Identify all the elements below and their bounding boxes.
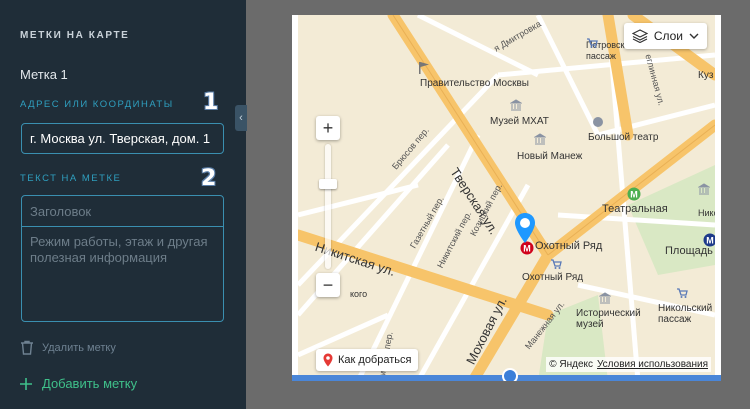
step-badge-1: 1	[203, 90, 219, 115]
delete-mark-button[interactable]: Удалить метку	[20, 340, 116, 355]
collapse-sidebar-button[interactable]: ‹	[235, 105, 247, 131]
place-teatralnaya[interactable]: Театральная	[602, 203, 668, 215]
scroll-handle[interactable]	[502, 368, 518, 381]
zoom-control: + −	[316, 116, 340, 297]
add-mark-label: Добавить метку	[42, 376, 138, 391]
museum-icon	[599, 292, 611, 304]
place-istorichesky[interactable]: Исторический музей	[576, 308, 646, 330]
mark-text-label: ТЕКСТ НА МЕТКЕ	[20, 173, 122, 184]
place-okhotny-ryad-metro[interactable]: Охотный Ряд	[535, 240, 602, 252]
place-pravitelstvo[interactable]: Правительство Москвы	[420, 78, 529, 89]
address-label: АДРЕС ИЛИ КООРДИНАТЫ	[20, 99, 174, 110]
shopping-cart-icon	[677, 288, 688, 298]
layers-button[interactable]: Слои	[623, 23, 707, 49]
place-mkhat[interactable]: Музей МХАТ	[490, 116, 549, 127]
metro-icon: M	[703, 233, 715, 247]
sidebar: МЕТКИ НА КАРТЕ Метка 1 АДРЕС ИЛИ КООРДИН…	[0, 0, 246, 409]
terms-link[interactable]: Условия использования	[597, 359, 708, 370]
shopping-cart-icon	[551, 259, 562, 269]
flag-icon	[419, 62, 429, 74]
svg-text:M: M	[706, 236, 714, 246]
sidebar-title: МЕТКИ НА КАРТЕ	[20, 30, 130, 41]
place-niko: Нико	[698, 208, 715, 218]
theatre-icon	[593, 117, 603, 127]
mark-name[interactable]: Метка 1	[20, 67, 68, 82]
zoom-slider-thumb[interactable]	[319, 179, 337, 189]
metro-icon: M	[627, 187, 641, 201]
map-canvas[interactable]: Правительство Москвы Музей МХАТ Большой …	[298, 15, 715, 381]
place-nikolsky[interactable]: Никольский пассаж	[658, 303, 715, 325]
place-okhotny-ryad-mall[interactable]: Охотный Ряд	[522, 272, 583, 283]
add-mark-button[interactable]: Добавить метку	[20, 376, 137, 391]
zoom-out-button[interactable]: −	[316, 273, 340, 297]
plus-icon	[20, 377, 32, 390]
location-pin-icon	[323, 353, 333, 367]
place-novy-manezh[interactable]: Новый Манеж	[517, 151, 582, 162]
chevron-down-icon	[689, 33, 699, 39]
place-bolshoi[interactable]: Большой театр	[588, 132, 658, 143]
layers-label: Слои	[653, 29, 683, 43]
address-input[interactable]	[21, 123, 224, 154]
place-kuz: Куз	[698, 70, 714, 81]
copyright-text: © Яндекс	[549, 359, 593, 370]
museum-icon	[534, 133, 546, 145]
chevron-left-icon: ‹	[239, 112, 243, 124]
mark-description-input[interactable]	[22, 228, 223, 320]
map-marker-icon[interactable]	[514, 212, 536, 244]
place-kogo: кого	[350, 289, 368, 299]
svg-text:M: M	[630, 190, 638, 200]
zoom-in-button[interactable]: +	[316, 116, 340, 140]
shopping-cart-icon	[587, 38, 598, 48]
museum-icon	[510, 99, 522, 111]
svg-text:M: M	[523, 244, 531, 254]
map-copyright: © Яндекс Условия использования	[546, 357, 711, 372]
museum-icon	[698, 183, 710, 195]
mark-text-box	[21, 195, 224, 322]
zoom-slider[interactable]	[319, 144, 337, 269]
map-container: Правительство Москвы Музей МХАТ Большой …	[292, 15, 721, 381]
route-label: Как добраться	[338, 354, 412, 366]
route-button[interactable]: Как добраться	[316, 349, 419, 371]
trash-icon	[21, 340, 33, 355]
mark-title-input[interactable]	[22, 196, 223, 227]
layers-icon	[631, 29, 648, 43]
delete-mark-label: Удалить метку	[42, 341, 116, 354]
step-badge-2: 2	[201, 166, 217, 191]
